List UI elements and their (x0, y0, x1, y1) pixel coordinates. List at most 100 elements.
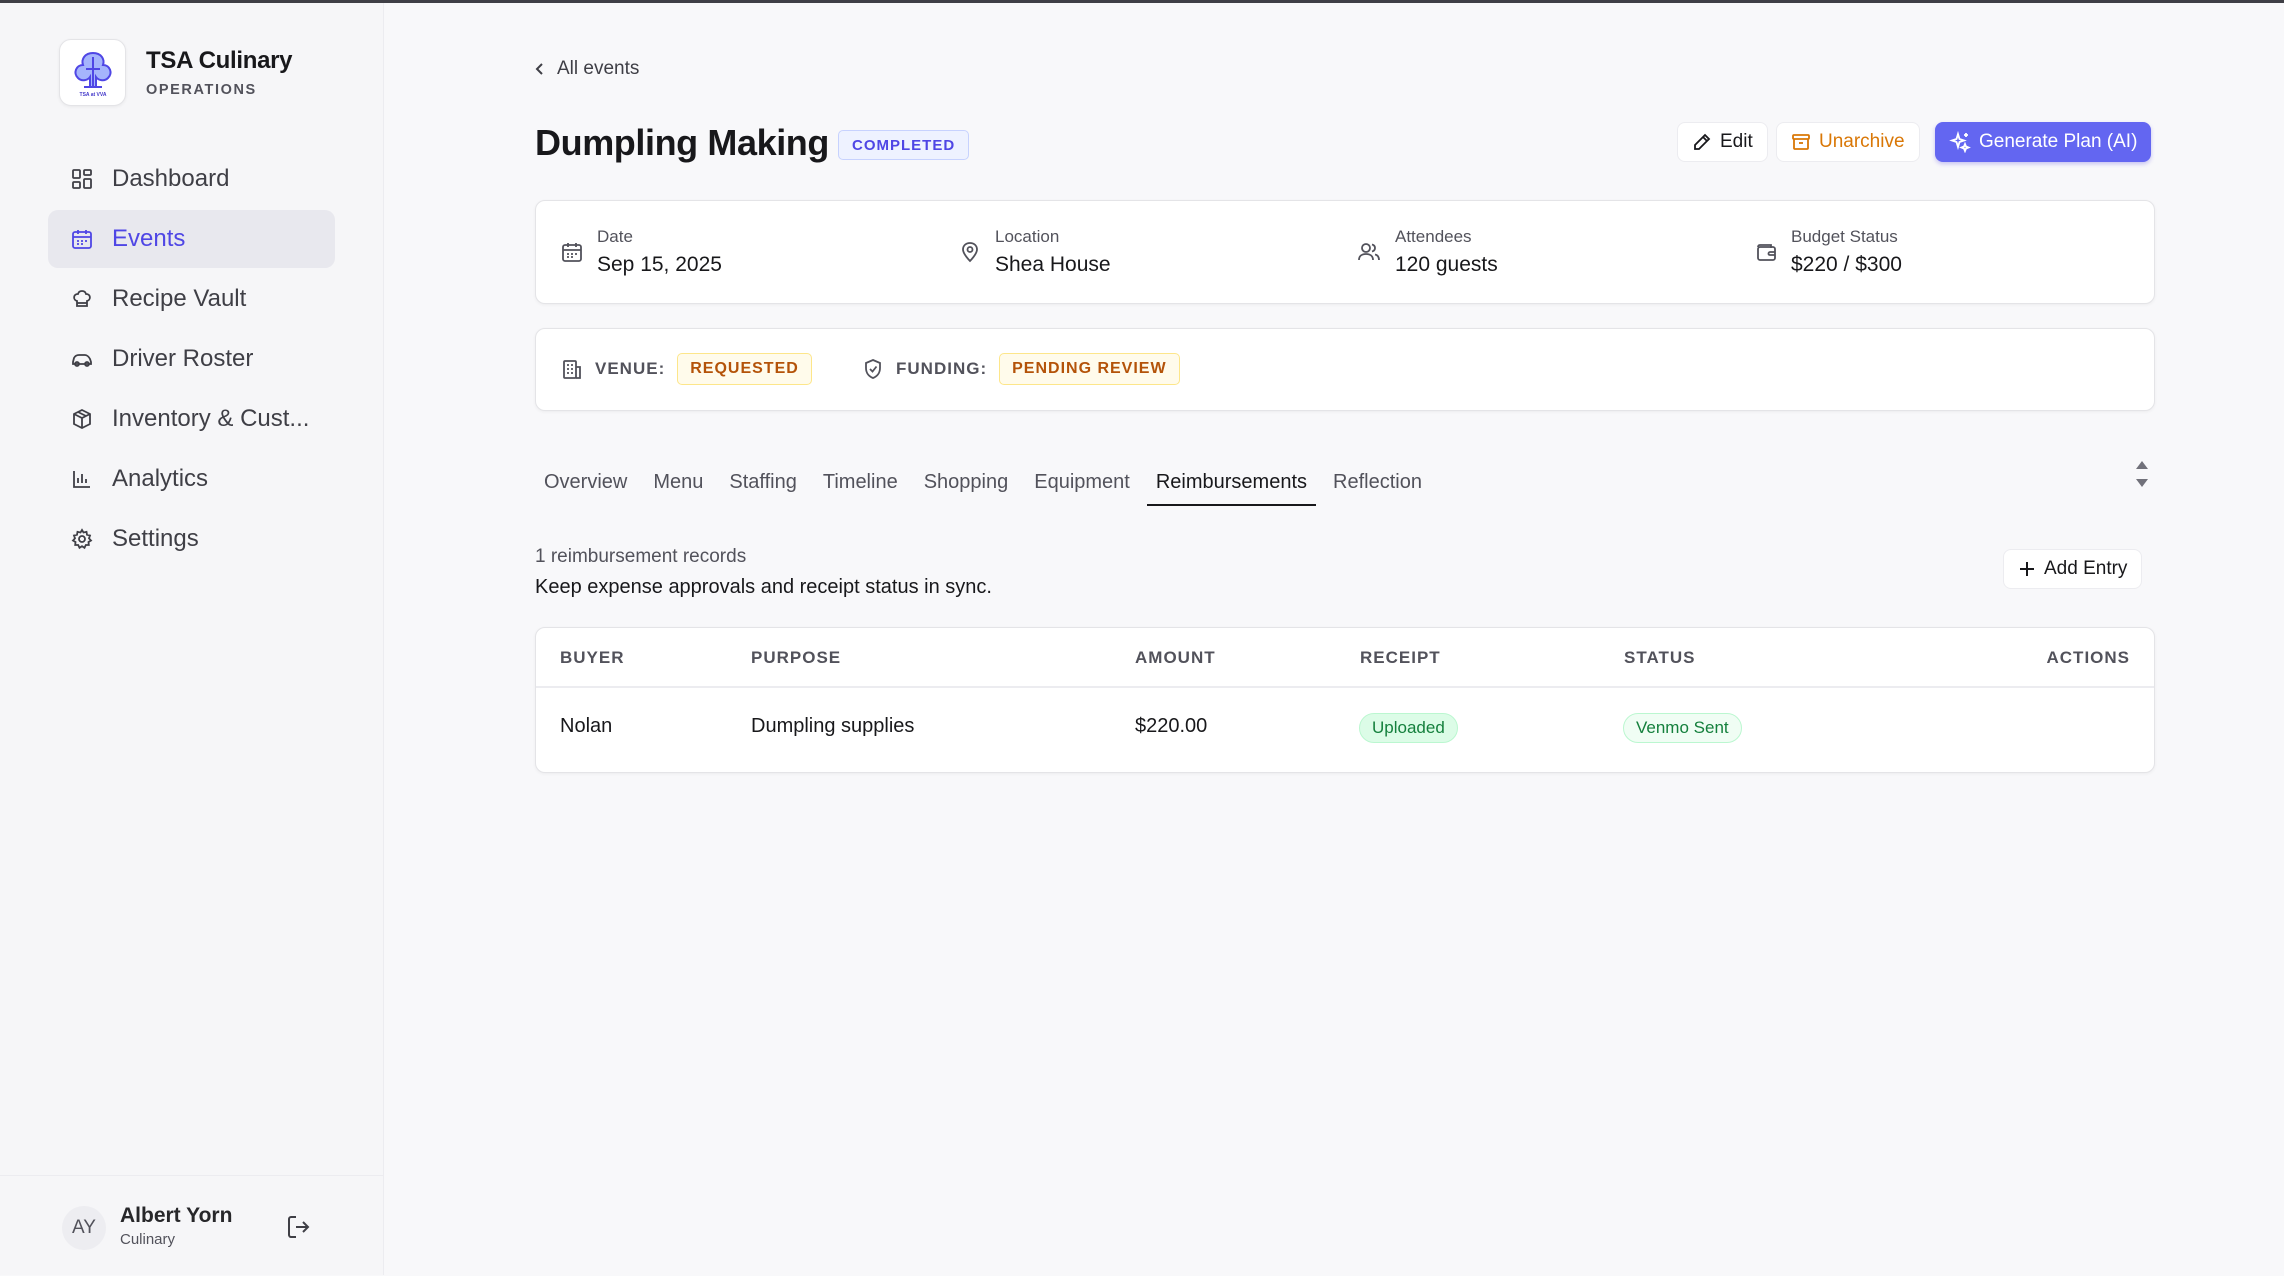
add-entry-button-label: Add Entry (2044, 558, 2128, 579)
dashboard-icon (70, 167, 94, 191)
sidebar-item-events[interactable]: Events (48, 210, 335, 268)
column-header-purpose: PURPOSE (751, 648, 842, 667)
info-location-label: Location (995, 227, 1060, 246)
edit-button[interactable]: Edit (1677, 122, 1768, 162)
tab-staffing[interactable]: Staffing (720, 462, 805, 506)
car-icon (70, 347, 94, 371)
brand[interactable]: TSA at VVA TSA Culinary OPERATIONS (59, 39, 293, 106)
column-header-actions: ACTIONS (2046, 648, 2130, 667)
user-name: Albert Yorn (120, 1204, 233, 1227)
chef-hat-icon (70, 287, 94, 311)
info-budget: Budget Status $220 / $300 (1755, 227, 1902, 277)
sidebar: TSA at VVA TSA Culinary OPERATIONS Dashb… (0, 3, 384, 1275)
sidebar-item-inventory[interactable]: Inventory & Cust... (48, 390, 335, 448)
back-link[interactable]: All events (535, 58, 639, 80)
event-tabs: Overview Menu Staffing Timeline Shopping… (535, 462, 1439, 506)
user-role: Culinary (120, 1231, 176, 1248)
sparkles-icon (1949, 131, 1971, 153)
calendar-icon (561, 241, 583, 277)
status-badge: COMPLETED (838, 130, 970, 160)
info-date-label: Date (597, 227, 633, 246)
sidebar-item-dashboard[interactable]: Dashboard (48, 150, 335, 208)
svg-text:TSA at VVA: TSA at VVA (79, 92, 106, 98)
info-budget-label: Budget Status (1791, 227, 1898, 246)
info-attendees-value: 120 guests (1395, 253, 1498, 276)
page-title: Dumpling Making (535, 122, 829, 163)
bar-chart-icon (70, 467, 94, 491)
venue-status-badge: REQUESTED (677, 353, 812, 385)
sidebar-item-settings[interactable]: Settings (48, 510, 335, 568)
sidebar-item-label: Dashboard (112, 165, 230, 192)
cell-purpose: Dumpling supplies (751, 715, 915, 737)
chevron-left-icon (535, 63, 543, 75)
sidebar-item-label: Inventory & Cust... (112, 405, 310, 432)
funding-status-label: FUNDING: (896, 359, 988, 378)
calendar-icon (70, 227, 94, 251)
tab-overview[interactable]: Overview (535, 462, 636, 506)
user-panel: AY Albert Yorn Culinary (0, 1175, 383, 1276)
payment-status-badge: Venmo Sent (1623, 713, 1742, 743)
column-header-status: STATUS (1624, 648, 1696, 667)
column-header-amount: AMOUNT (1135, 648, 1216, 667)
sidebar-item-label: Analytics (112, 465, 209, 492)
brand-name: TSA Culinary (146, 47, 293, 74)
scroll-down-icon[interactable] (2135, 478, 2149, 488)
generate-plan-button-label: Generate Plan (AI) (1979, 131, 2138, 152)
plus-icon (2020, 562, 2034, 576)
users-icon (1357, 241, 1381, 277)
sidebar-item-recipe-vault[interactable]: Recipe Vault (48, 270, 335, 328)
info-date: Date Sep 15, 2025 (561, 227, 722, 277)
archive-icon (1792, 134, 1810, 150)
column-header-buyer: BUYER (560, 648, 625, 667)
add-entry-button[interactable]: Add Entry (2003, 549, 2143, 589)
panel-description: Keep expense approvals and receipt statu… (535, 576, 992, 598)
sidebar-item-label: Driver Roster (112, 345, 254, 372)
sidebar-item-label: Recipe Vault (112, 285, 247, 312)
venue-status: VENUE: REQUESTED (561, 353, 812, 385)
sidebar-nav: Dashboard Events Recipe Vault Driver Ros… (48, 150, 335, 570)
tab-shopping[interactable]: Shopping (915, 462, 1018, 506)
tab-menu[interactable]: Menu (644, 462, 712, 506)
funding-status-badge: PENDING REVIEW (999, 353, 1180, 385)
tab-timeline[interactable]: Timeline (814, 462, 907, 506)
tab-scroll-control[interactable] (2135, 460, 2149, 488)
venue-status-label: VENUE: (595, 359, 666, 378)
receipt-status-badge: Uploaded (1359, 713, 1458, 743)
tab-reimbursements[interactable]: Reimbursements (1146, 462, 1317, 506)
reimbursements-table: BUYER PURPOSE AMOUNT RECEIPT STATUS ACTI… (535, 627, 2155, 773)
record-count: 1 reimbursement records (535, 546, 747, 567)
unarchive-button-label: Unarchive (1819, 131, 1905, 152)
event-info-card: Date Sep 15, 2025 Location Shea House At… (535, 200, 2155, 304)
generate-plan-button[interactable]: Generate Plan (AI) (1935, 122, 2152, 162)
tab-reflection[interactable]: Reflection (1324, 462, 1431, 506)
funding-status: FUNDING: PENDING REVIEW (862, 353, 1180, 385)
info-location: Location Shea House (959, 227, 1111, 277)
scroll-up-icon[interactable] (2135, 460, 2149, 470)
back-link-label: All events (557, 58, 640, 79)
sidebar-item-analytics[interactable]: Analytics (48, 450, 335, 508)
avatar[interactable]: AY (62, 1206, 106, 1250)
sidebar-item-label: Events (112, 225, 186, 252)
map-pin-icon (959, 241, 981, 277)
info-location-value: Shea House (995, 253, 1111, 276)
unarchive-button[interactable]: Unarchive (1776, 122, 1920, 162)
package-icon (70, 407, 94, 431)
sidebar-item-label: Settings (112, 525, 199, 552)
wallet-icon (1755, 241, 1777, 277)
info-date-value: Sep 15, 2025 (597, 253, 722, 276)
sidebar-item-driver-roster[interactable]: Driver Roster (48, 330, 335, 388)
edit-button-label: Edit (1720, 131, 1753, 152)
info-budget-value: $220 / $300 (1791, 253, 1902, 276)
tab-equipment[interactable]: Equipment (1025, 462, 1139, 506)
table-header-divider (536, 686, 2154, 688)
building-icon (563, 360, 581, 379)
brand-subtitle: OPERATIONS (146, 82, 257, 98)
info-attendees: Attendees 120 guests (1357, 227, 1498, 277)
cell-buyer: Nolan (560, 715, 613, 737)
shield-check-icon (865, 359, 881, 379)
pencil-icon (1694, 133, 1711, 150)
gear-icon (70, 527, 94, 551)
logout-icon[interactable] (286, 1214, 312, 1245)
cell-amount: $220.00 (1135, 715, 1208, 737)
approval-status-card: VENUE: REQUESTED FUNDING: PENDING REVIEW (535, 328, 2155, 411)
